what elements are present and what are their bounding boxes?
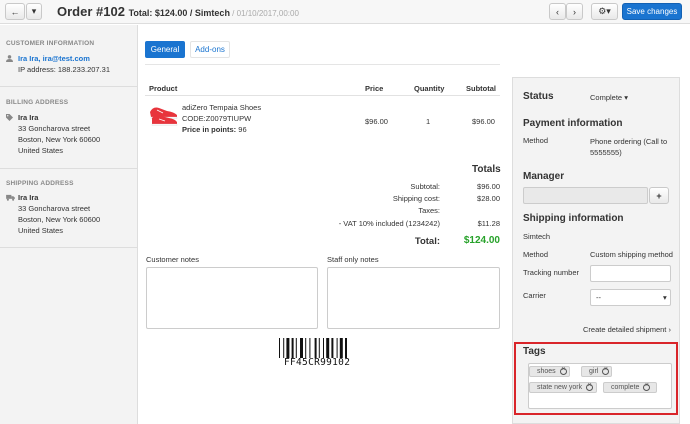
manager-heading: Manager bbox=[523, 171, 565, 182]
product-quantity: 1 bbox=[426, 117, 431, 126]
top-toolbar: ← ▾ Order #102 Total: $124.00 / Simtech … bbox=[0, 0, 690, 24]
customer-notes-textarea[interactable] bbox=[146, 267, 318, 329]
carrier-select[interactable]: -- ▾ bbox=[590, 289, 671, 306]
user-icon bbox=[6, 55, 13, 62]
customer-notes-label: Customer notes bbox=[146, 255, 199, 264]
shipping-street: 33 Goncharova street bbox=[18, 204, 91, 213]
truck-icon bbox=[6, 194, 15, 201]
grand-total-value: $124.00 bbox=[463, 235, 500, 246]
billing-country: United States bbox=[18, 146, 64, 155]
divider bbox=[0, 86, 137, 87]
settings-menu-button[interactable]: ⚙▾ bbox=[591, 3, 618, 20]
caret-down-icon: ▾ bbox=[663, 293, 667, 302]
vat-label: - VAT 10% included (1234242) bbox=[338, 219, 440, 228]
grand-total-label: Total: bbox=[414, 236, 440, 247]
product-points: Price in points: 96 bbox=[182, 125, 247, 134]
vat-value: $11.28 bbox=[477, 219, 500, 228]
history-dropdown-button[interactable]: ▾ bbox=[26, 3, 42, 20]
shipping-cost-value: $28.00 bbox=[477, 194, 500, 203]
barcode-text: FF45CR99102 bbox=[284, 357, 351, 368]
page-title: Order #102 Total: $124.00 / Simtech / 01… bbox=[57, 4, 299, 19]
totals-heading: Totals bbox=[472, 164, 501, 175]
customer-info-heading: Customer information bbox=[6, 40, 95, 47]
shipping-city: Boston, New York 60600 bbox=[18, 215, 101, 224]
billing-address-heading: Billing address bbox=[6, 99, 69, 106]
arrow-left-icon: ← bbox=[10, 6, 20, 17]
status-value: Complete bbox=[590, 93, 623, 102]
product-price: $96.00 bbox=[365, 117, 388, 126]
tab-general[interactable]: General bbox=[145, 41, 185, 58]
divider bbox=[0, 247, 137, 248]
gear-icon: ⚙▾ bbox=[598, 6, 611, 16]
chevron-right-icon: › bbox=[573, 6, 576, 17]
points-label: Price in points: bbox=[182, 125, 237, 134]
points-value: 96 bbox=[238, 125, 247, 134]
column-header-quantity: Quantity bbox=[414, 84, 445, 93]
tracking-number-input[interactable] bbox=[590, 265, 671, 282]
barcode-image bbox=[279, 338, 347, 358]
caret-down-icon: ▾ bbox=[624, 93, 628, 102]
status-dropdown[interactable]: Complete ▾ bbox=[590, 93, 628, 102]
subtotal-value: $96.00 bbox=[477, 182, 500, 191]
shipping-address-heading: Shipping address bbox=[6, 180, 74, 187]
customer-sidebar: Customer information Ira Ira, ira@test.c… bbox=[0, 25, 138, 424]
back-button[interactable]: ← bbox=[5, 3, 25, 20]
billing-city: Boston, New York 60600 bbox=[18, 135, 101, 144]
taxes-label: Taxes: bbox=[418, 206, 440, 215]
carrier-company: Simtech bbox=[523, 232, 551, 241]
payment-info-heading: Payment information bbox=[523, 118, 623, 129]
product-thumbnail[interactable] bbox=[149, 104, 179, 126]
order-total-summary: Total: $124.00 / Simtech bbox=[128, 8, 230, 18]
billing-street: 33 Goncharova street bbox=[18, 124, 91, 133]
column-header-price: Price bbox=[365, 84, 384, 93]
save-changes-button[interactable]: Save changes bbox=[622, 3, 682, 20]
customer-name-email-link[interactable]: Ira Ira, ira@test.com bbox=[18, 54, 90, 63]
tag-icon bbox=[6, 114, 13, 121]
status-heading: Status bbox=[523, 91, 554, 102]
add-manager-button[interactable]: + bbox=[649, 187, 669, 204]
plus-icon: + bbox=[656, 190, 662, 201]
next-order-button[interactable]: › bbox=[566, 3, 583, 20]
order-date: / 01/10/2017,00:00 bbox=[229, 9, 299, 18]
billing-name: Ira Ira bbox=[18, 113, 39, 122]
customer-ip: IP address: 188.233.207.31 bbox=[18, 65, 111, 74]
product-subtotal: $96.00 bbox=[472, 117, 495, 126]
tabs-divider bbox=[145, 64, 500, 65]
carrier-select-value: -- bbox=[596, 293, 601, 302]
staff-notes-label: Staff only notes bbox=[327, 255, 379, 264]
subtotal-label: Subtotal: bbox=[410, 182, 440, 191]
payment-method-label: Method bbox=[523, 136, 549, 145]
shipping-country: United States bbox=[18, 226, 64, 235]
shipping-cost-label: Shipping cost: bbox=[392, 194, 440, 203]
manager-select[interactable] bbox=[523, 187, 648, 204]
tab-add-ons[interactable]: Add-ons bbox=[190, 41, 230, 58]
create-shipment-link[interactable]: Create detailed shipment › bbox=[583, 325, 671, 334]
tracking-number-label: Tracking number bbox=[523, 268, 579, 277]
divider bbox=[0, 168, 137, 169]
carrier-label: Carrier bbox=[523, 291, 546, 300]
staff-notes-textarea[interactable] bbox=[327, 267, 500, 329]
product-code: CODE:Z0079TIUPW bbox=[182, 114, 252, 123]
order-number: Order #102 bbox=[57, 4, 125, 19]
tags-highlight-outline bbox=[514, 342, 678, 415]
product-name-link[interactable]: adiZero Tempaia Shoes bbox=[182, 103, 261, 112]
column-header-product: Product bbox=[149, 84, 178, 93]
shipping-method-value: Custom shipping method bbox=[590, 250, 673, 259]
previous-order-button[interactable]: ‹ bbox=[549, 3, 566, 20]
shipping-info-heading: Shipping information bbox=[523, 213, 624, 224]
chevron-left-icon: ‹ bbox=[556, 6, 559, 17]
table-header-divider bbox=[145, 95, 500, 96]
payment-method-value: Phone ordering (Call to 5555555) bbox=[590, 137, 668, 157]
caret-down-icon: ▾ bbox=[31, 6, 37, 16]
shipping-method-label: Method bbox=[523, 250, 549, 259]
column-header-subtotal: Subtotal bbox=[466, 84, 496, 93]
shipping-name: Ira Ira bbox=[18, 193, 39, 202]
